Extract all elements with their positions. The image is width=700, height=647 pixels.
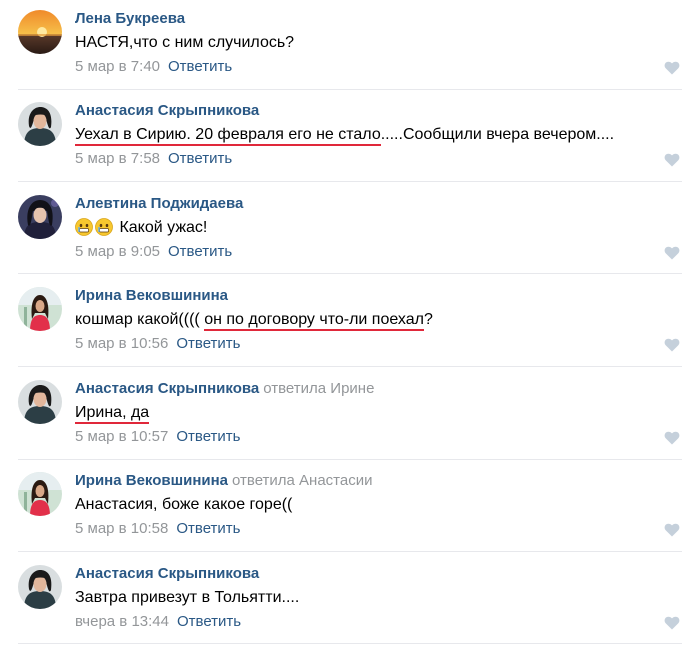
sad-face-emoji [95,218,113,236]
comment-date[interactable]: 5 мар в 10:56 [75,335,168,352]
heart-icon[interactable] [664,153,680,167]
comment-author-link[interactable]: Ирина Вековшинина [75,472,228,489]
reply-button[interactable]: Ответить [168,58,232,75]
reply-button[interactable]: Ответить [176,335,240,352]
avatar[interactable] [18,565,62,609]
reply-button[interactable]: Ответить [176,520,240,537]
comment-date[interactable]: 5 мар в 7:40 [75,58,160,75]
comment-item: Ирина Вековшинина ответила Анастасии Анас… [0,462,700,554]
comment-item: Анастасия Скрыпникова ответила Ирине Ирин… [0,370,700,462]
comment-item: Ирина Вековшинина кошмар какой(((( он по… [0,277,700,369]
avatar[interactable] [18,472,62,516]
comment-item: Алевтина Поджидаева Какой ужас! 5 мар в … [0,185,700,277]
comment-author-link[interactable]: Анастасия Скрыпникова [75,380,259,397]
avatar[interactable] [18,10,62,54]
comment-item: Лена Букреева НАСТЯ,что с ним случилось?… [0,0,700,92]
comment-text-part: Анастасия, боже какое горе(( [75,496,293,513]
comment-author-link[interactable]: Лена Букреева [75,10,185,27]
reply-to-label: ответила Ирине [263,380,375,397]
comment-text: Завтра привезут в Тольятти.... [75,588,299,608]
comment-date[interactable]: 5 мар в 7:58 [75,150,160,167]
comment-text-part: кошмар какой(((( [75,311,205,328]
reply-to-label: ответила Анастасии [232,472,373,489]
comment-author-link[interactable]: Анастасия Скрыпникова [75,565,259,582]
reply-button[interactable]: Ответить [168,150,232,167]
comment-date[interactable]: 5 мар в 9:05 [75,243,160,260]
comment-item: Анастасия Скрыпникова Завтра привезут в … [0,555,700,647]
comment-author-link[interactable]: Анастасия Скрыпникова [75,102,259,119]
comment-text: Какой ужас! [75,218,207,238]
divider [18,273,682,274]
reply-button[interactable]: Ответить [177,613,241,630]
comment-date[interactable]: 5 мар в 10:57 [75,428,168,445]
heart-icon[interactable] [664,61,680,75]
comment-text-part: .....Сообщили вчера вечером.... [380,126,615,143]
divider [18,459,682,460]
avatar[interactable] [18,195,62,239]
comment-text: Уехал в Сирию. 20 февраля его не стало..… [75,125,615,146]
avatar[interactable] [18,287,62,331]
heart-icon[interactable] [664,616,680,630]
divider [18,643,682,644]
comment-text: Анастасия, боже какое горе(( [75,495,292,515]
divider [18,366,682,367]
comment-text-underlined: он по договору что-ли поехал [204,311,424,331]
sad-face-emoji [75,218,93,236]
heart-icon[interactable] [664,246,680,260]
comment-text-underlined: Ирина, да [75,404,150,424]
comment-text-underlined: Уехал в Сирию. 20 февраля его не стало [75,126,381,146]
comment-text-part: ? [423,311,433,328]
comment-author-link[interactable]: Алевтина Поджидаева [75,195,243,212]
reply-button[interactable]: Ответить [176,428,240,445]
avatar[interactable] [18,380,62,424]
avatar[interactable] [18,102,62,146]
divider [18,89,682,90]
comment-text-part: Завтра привезут в Тольятти.... [75,589,300,606]
comment-item: Анастасия Скрыпникова Уехал в Сирию. 20 … [0,92,700,184]
comment-feed: Лена Букреева НАСТЯ,что с ним случилось?… [0,0,700,647]
reply-button[interactable]: Ответить [168,243,232,260]
comment-text-part: НАСТЯ,что с ним случилось? [75,34,295,51]
heart-icon[interactable] [664,431,680,445]
comment-text: НАСТЯ,что с ним случилось? [75,33,294,53]
comment-text-part: Какой ужас! [119,219,208,236]
heart-icon[interactable] [664,338,680,352]
comment-date[interactable]: 5 мар в 10:58 [75,520,168,537]
divider [18,181,682,182]
comment-author-link[interactable]: Ирина Вековшинина [75,287,228,304]
comment-text: кошмар какой(((( он по договору что-ли п… [75,310,433,331]
heart-icon[interactable] [664,523,680,537]
divider [18,551,682,552]
comment-date[interactable]: вчера в 13:44 [75,613,169,630]
comment-text: Ирина, да [75,403,150,424]
